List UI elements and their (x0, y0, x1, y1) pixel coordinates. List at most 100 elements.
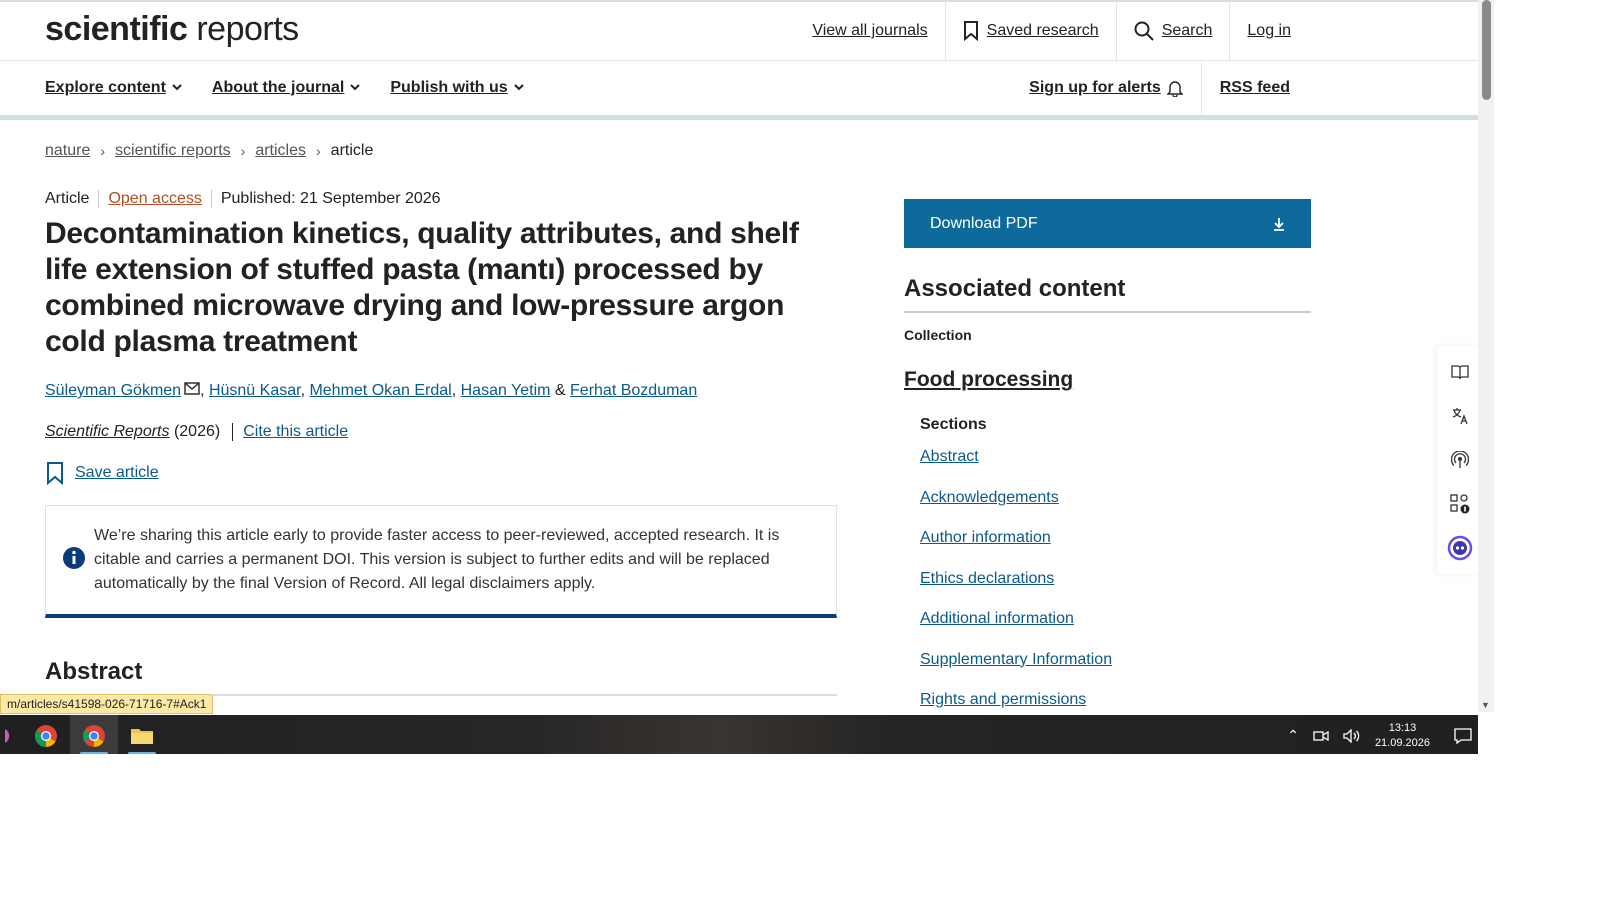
translate-icon[interactable] (1444, 394, 1476, 438)
journal-nav: Explore content About the journal Publis… (0, 60, 1478, 120)
section-link-ethics-declarations[interactable]: Ethics declarations (920, 570, 1311, 611)
meet-icon[interactable] (1313, 729, 1329, 743)
volume-icon[interactable] (1343, 728, 1361, 743)
breadcrumb-articles[interactable]: articles (255, 142, 306, 160)
publish-with-us-label: Publish with us (390, 78, 508, 96)
clock-date: 21.09.2026 (1374, 736, 1430, 749)
section-link-additional-information[interactable]: Additional information (920, 610, 1311, 651)
notification-icon[interactable] (1454, 727, 1472, 744)
section-link-acknowledgements[interactable]: Acknowledgements (920, 489, 1311, 530)
chevron-down-icon (350, 83, 361, 90)
status-bar-url: m/articles/s41598-026-71716-7#Ack1 (0, 694, 214, 714)
early-access-notice: We’re sharing this article early to prov… (45, 505, 837, 618)
bell-icon (1166, 80, 1183, 97)
download-pdf-button[interactable]: Download PDF (904, 199, 1311, 248)
bookmark-icon (47, 462, 63, 485)
email-icon[interactable] (184, 382, 200, 396)
published-date: Published: 21 September 2026 (210, 190, 450, 208)
explore-content-menu[interactable]: Explore content (45, 79, 182, 97)
open-access-link[interactable]: Open access (98, 190, 210, 208)
breadcrumb: nature › scientific reports › articles ›… (45, 142, 373, 160)
clock-time: 13:13 (1388, 721, 1417, 734)
windows-taskbar: ⌃ 13:13 21.09.2026 (0, 715, 1478, 754)
save-article-button[interactable]: Save article (45, 461, 837, 485)
author-link[interactable]: Hüsnü Kasar (209, 382, 301, 399)
author-link[interactable]: Mehmet Okan Erdal (309, 382, 451, 399)
app-icon[interactable] (0, 715, 22, 754)
publish-with-us-menu[interactable]: Publish with us (390, 78, 524, 97)
collection-label: Collection (904, 327, 972, 343)
cite-article-link[interactable]: Cite this article (232, 423, 348, 441)
article-sidebar: Download PDF Associated content Collecti… (904, 199, 1311, 732)
notice-text: We’re sharing this article early to prov… (94, 527, 780, 592)
save-article-label: Save article (75, 464, 159, 481)
article-title: Decontamination kinetics, quality attrib… (45, 217, 799, 358)
view-all-journals-label: View all journals (812, 22, 928, 39)
sections-heading: Sections (920, 416, 987, 433)
author-link[interactable]: Süleyman Gökmen (45, 382, 181, 399)
abstract-heading: Abstract (45, 658, 837, 696)
author-link[interactable]: Ferhat Bozduman (570, 382, 697, 399)
article-meta: Article Open access Published: 21 Septem… (45, 190, 837, 208)
article-type: Article (45, 190, 90, 207)
food-processing-link[interactable]: Food processing (904, 368, 1311, 392)
saved-research-label: Saved research (986, 22, 1099, 39)
sign-up-alerts-label: Sign up for alerts (1029, 78, 1161, 96)
search-link[interactable]: Search (1115, 2, 1230, 60)
chevron-down-icon (513, 83, 524, 90)
empty-area (0, 754, 1600, 900)
journal-year: (2026) (173, 423, 221, 440)
view-all-journals-link[interactable]: View all journals (795, 2, 944, 60)
reader-mode-icon[interactable] (1444, 350, 1476, 394)
author-list: Süleyman Gökmen, Hüsnü Kasar, Mehmet Oka… (45, 382, 698, 399)
section-link-author-information[interactable]: Author information (920, 529, 1311, 570)
page-scrollbar[interactable]: ▼ (1478, 0, 1494, 712)
system-clock[interactable]: 13:13 21.09.2026 (1375, 721, 1430, 751)
explore-content-label: Explore content (45, 78, 166, 96)
scroll-down-arrow-icon[interactable]: ▼ (1481, 700, 1490, 710)
system-tray: ⌃ 13:13 21.09.2026 (1287, 715, 1472, 754)
scrollbar-thumb[interactable] (1482, 0, 1491, 100)
podcast-icon[interactable] (1444, 438, 1476, 482)
saved-research-link[interactable]: Saved research (944, 2, 1116, 60)
logo-bold-text: scientific (45, 10, 188, 48)
extension-tools-panel (1437, 346, 1478, 574)
section-link-supplementary-information[interactable]: Supplementary Information (920, 651, 1311, 692)
download-pdf-label: Download PDF (930, 214, 1038, 232)
sections-list: Abstract Acknowledgements Author informa… (920, 448, 1311, 732)
about-journal-label: About the journal (211, 78, 345, 96)
chrome-icon[interactable] (22, 715, 70, 754)
info-icon (63, 547, 85, 569)
journal-citation: Scientific Reports (2026) Cite this arti… (45, 423, 837, 441)
site-logo[interactable]: scientific reports (45, 10, 299, 49)
chevron-down-icon (172, 83, 182, 90)
chevron-up-icon[interactable]: ⌃ (1287, 727, 1299, 744)
site-header: scientific reports View all journals Sav… (0, 2, 1478, 61)
breadcrumb-nature[interactable]: nature (45, 142, 90, 160)
journal-name-link[interactable]: Scientific Reports (45, 423, 170, 441)
rss-feed-label: RSS feed (1219, 78, 1290, 96)
search-icon (1134, 21, 1154, 41)
browser-viewport: scientific reports View all journals Sav… (0, 0, 1478, 754)
breadcrumb-current: article (330, 142, 374, 159)
search-label: Search (1161, 22, 1213, 39)
breadcrumb-scientific-reports[interactable]: scientific reports (115, 142, 231, 160)
about-journal-menu[interactable]: About the journal (211, 78, 361, 97)
file-explorer-icon[interactable] (118, 715, 166, 754)
assistant-icon[interactable] (1444, 526, 1476, 570)
login-label: Log in (1247, 22, 1291, 39)
section-link-abstract[interactable]: Abstract (920, 448, 1311, 489)
bookmark-icon (963, 21, 978, 41)
article-main: Article Open access Published: 21 Septem… (45, 190, 837, 696)
author-link[interactable]: Hasan Yetim (461, 382, 551, 399)
associated-content-heading: Associated content (904, 275, 1311, 313)
sign-up-alerts-link[interactable]: Sign up for alerts (1011, 60, 1201, 115)
apps-badge-icon[interactable] (1444, 482, 1476, 526)
chevron-right-icon: › (316, 143, 321, 159)
logo-light-text: reports (196, 10, 299, 48)
chrome-active-icon[interactable] (70, 715, 118, 754)
chevron-right-icon: › (100, 143, 106, 159)
chevron-right-icon: › (240, 143, 246, 159)
login-link[interactable]: Log in (1229, 2, 1308, 60)
rss-feed-link[interactable]: RSS feed (1200, 60, 1308, 115)
